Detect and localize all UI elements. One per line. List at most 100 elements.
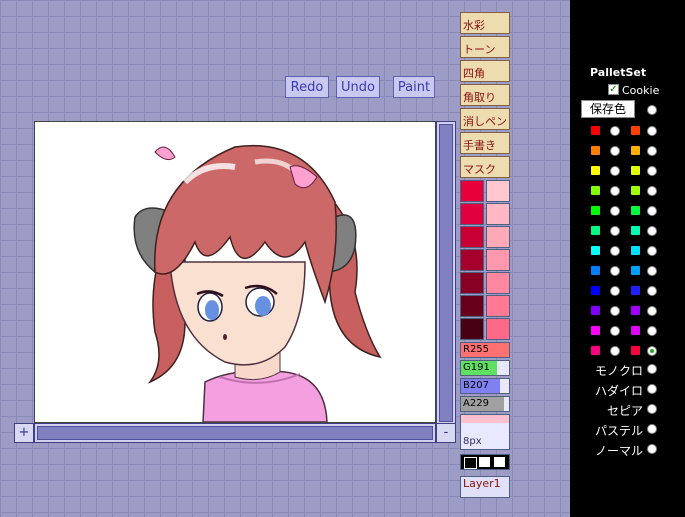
mask-black[interactable]	[464, 457, 477, 469]
palette-color[interactable]	[631, 306, 640, 315]
palette-radio[interactable]	[610, 286, 620, 296]
palette-radio[interactable]	[647, 126, 657, 136]
color-swatch-right[interactable]	[486, 180, 510, 202]
tool-tone[interactable]: トーン	[460, 36, 510, 58]
palette-color[interactable]	[631, 226, 640, 235]
palette-color[interactable]	[631, 346, 640, 355]
brush-size-fill	[461, 415, 509, 423]
palette-color[interactable]	[631, 266, 640, 275]
palette-radio[interactable]	[610, 306, 620, 316]
mask-mode-selector[interactable]	[460, 454, 510, 470]
palette-radio[interactable]	[610, 206, 620, 216]
color-swatch-right[interactable]	[486, 249, 510, 271]
palette-color[interactable]	[631, 146, 640, 155]
palette-radio[interactable]	[610, 186, 620, 196]
color-swatch-left[interactable]	[460, 203, 484, 225]
palette-radio[interactable]	[610, 226, 620, 236]
tool-mask[interactable]: マスク	[460, 156, 510, 178]
palette-radio[interactable]	[610, 346, 620, 356]
color-swatch-right[interactable]	[486, 203, 510, 225]
color-swatch-left[interactable]	[460, 226, 484, 248]
palette-radio[interactable]	[647, 146, 657, 156]
palette-radio[interactable]	[610, 326, 620, 336]
color-swatch-right[interactable]	[486, 272, 510, 294]
palette-radio[interactable]	[647, 266, 657, 276]
palette-radio[interactable]	[647, 346, 657, 356]
horizontal-scrollbar[interactable]	[34, 423, 436, 443]
layer-selector[interactable]: Layer1	[460, 476, 510, 498]
preset-label: ノーマル	[594, 444, 643, 458]
palette-color[interactable]	[631, 206, 640, 215]
redo-button[interactable]: Redo	[285, 76, 329, 98]
palette-color[interactable]	[591, 286, 600, 295]
preset-radio[interactable]	[647, 424, 657, 434]
zoom-in-button[interactable]: +	[14, 423, 34, 443]
cookie-checkbox[interactable]: ✓	[608, 84, 619, 95]
horizontal-scroll-thumb[interactable]	[37, 426, 433, 440]
palette-color[interactable]	[591, 146, 600, 155]
color-swatch-left[interactable]	[460, 180, 484, 202]
palette-radio[interactable]	[647, 286, 657, 296]
save-color-button[interactable]: 保存色	[581, 100, 635, 118]
mask-white-1[interactable]	[479, 457, 490, 467]
palette-color[interactable]	[631, 186, 640, 195]
undo-button[interactable]: Undo	[336, 76, 380, 98]
color-swatch-right[interactable]	[486, 226, 510, 248]
palette-radio[interactable]	[647, 246, 657, 256]
palette-radio[interactable]	[647, 326, 657, 336]
palette-radio[interactable]	[610, 126, 620, 136]
preset-radio[interactable]	[647, 364, 657, 374]
color-swatch-left[interactable]	[460, 295, 484, 317]
preset-radio[interactable]	[647, 444, 657, 454]
color-swatch-right[interactable]	[486, 295, 510, 317]
alpha-slider[interactable]: A229	[460, 396, 510, 412]
palette-color[interactable]	[631, 286, 640, 295]
preset-radio[interactable]	[647, 404, 657, 414]
palette-color[interactable]	[591, 306, 600, 315]
vertical-scroll-thumb[interactable]	[439, 124, 453, 422]
palette-radio[interactable]	[647, 306, 657, 316]
palette-radio[interactable]	[647, 166, 657, 176]
palette-color[interactable]	[591, 166, 600, 175]
zoom-out-button[interactable]: -	[436, 423, 456, 443]
palette-color[interactable]	[591, 226, 600, 235]
palette-color[interactable]	[591, 266, 600, 275]
palette-color[interactable]	[631, 246, 640, 255]
paint-button[interactable]: Paint	[393, 76, 435, 98]
color-swatch-right[interactable]	[486, 318, 510, 340]
palette-radio[interactable]	[610, 266, 620, 276]
red-slider[interactable]: R255	[460, 342, 510, 358]
green-slider[interactable]: G191	[460, 360, 510, 376]
palette-color[interactable]	[591, 206, 600, 215]
palette-radio[interactable]	[647, 226, 657, 236]
color-swatch-left[interactable]	[460, 318, 484, 340]
tool-watercolor[interactable]: 水彩	[460, 12, 510, 34]
vertical-scrollbar[interactable]	[436, 121, 456, 425]
palette-color[interactable]	[591, 246, 600, 255]
palette-color[interactable]	[591, 126, 600, 135]
palette-radio[interactable]	[610, 246, 620, 256]
tool-corner[interactable]: 角取り	[460, 84, 510, 106]
palette-color[interactable]	[591, 346, 600, 355]
palette-radio[interactable]	[610, 146, 620, 156]
drawing-canvas[interactable]	[34, 121, 436, 423]
palette-radio[interactable]	[647, 206, 657, 216]
blue-slider[interactable]: B207	[460, 378, 510, 394]
palette-color[interactable]	[631, 166, 640, 175]
palette-radio[interactable]	[610, 166, 620, 176]
save-slot-radio[interactable]	[647, 105, 657, 115]
preset-radio[interactable]	[647, 384, 657, 394]
color-swatch-left[interactable]	[460, 272, 484, 294]
mask-white-2[interactable]	[494, 457, 505, 467]
brush-size-slider[interactable]: 8px	[460, 414, 510, 450]
color-swatch-left[interactable]	[460, 249, 484, 271]
palette-color[interactable]	[631, 326, 640, 335]
palette-color[interactable]	[591, 326, 600, 335]
green-value: G191	[463, 362, 490, 373]
tool-eraser[interactable]: 消しペン	[460, 108, 510, 130]
tool-freehand[interactable]: 手書き	[460, 132, 510, 154]
palette-radio[interactable]	[647, 186, 657, 196]
palette-color[interactable]	[631, 126, 640, 135]
palette-color[interactable]	[591, 186, 600, 195]
tool-rectangle[interactable]: 四角	[460, 60, 510, 82]
